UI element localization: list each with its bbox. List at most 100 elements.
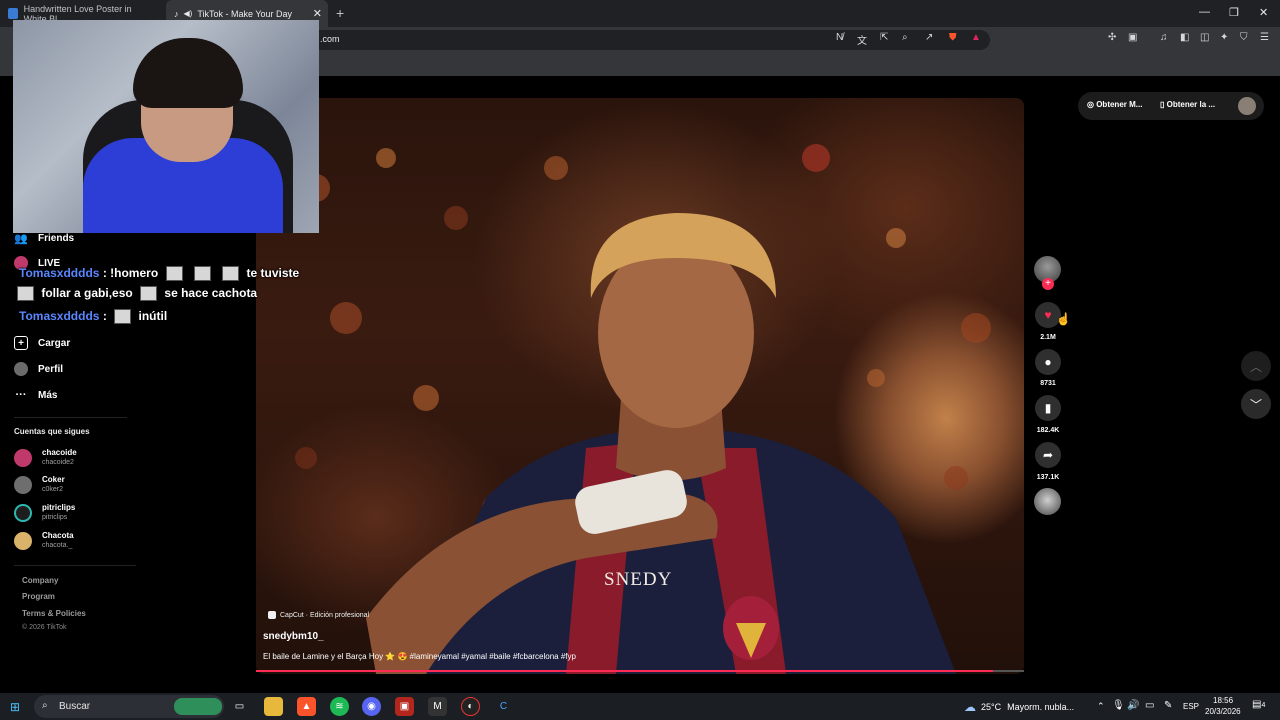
sidebar-item-label: Más bbox=[38, 389, 58, 401]
media-icon[interactable]: ♫ bbox=[1160, 32, 1168, 43]
zoom-icon[interactable]: ⌕ bbox=[902, 32, 908, 43]
user-avatar[interactable] bbox=[1238, 97, 1256, 115]
pen-icon[interactable]: ✎ bbox=[1164, 700, 1172, 711]
app-icon[interactable]: M bbox=[428, 697, 447, 716]
sidebar-item-more[interactable]: ··· Más bbox=[14, 388, 58, 402]
following-item[interactable]: Chacota chacota._ bbox=[14, 531, 74, 551]
footer-terms-link[interactable]: Terms & Policies bbox=[22, 609, 86, 618]
close-window-icon[interactable]: ✕ bbox=[1259, 6, 1268, 19]
following-item[interactable]: chacoide chacoide2 bbox=[14, 448, 77, 468]
brave-rewards-icon[interactable]: ▲ bbox=[971, 32, 981, 43]
clock-date[interactable]: 20/3/2026 bbox=[1205, 707, 1241, 716]
webcam-overlay bbox=[13, 20, 319, 233]
emote-icon bbox=[114, 309, 132, 325]
next-video-button[interactable]: ﹀ bbox=[1241, 389, 1271, 419]
avatar bbox=[14, 449, 32, 467]
task-view-icon[interactable]: ▭ bbox=[230, 697, 249, 716]
taskbar-search-label: Buscar bbox=[59, 701, 91, 712]
sidebar-item-label: Perfil bbox=[38, 363, 64, 375]
video-app-icon[interactable]: ▣ bbox=[395, 697, 414, 716]
like-count: 2.1M bbox=[1040, 334, 1056, 341]
emote-icon bbox=[165, 266, 183, 282]
video-progress-bar[interactable] bbox=[256, 670, 1024, 672]
footer-company-link[interactable]: Company bbox=[22, 576, 58, 585]
tiktok-icon: ♪ bbox=[174, 8, 179, 19]
capcut-app-icon[interactable]: C bbox=[494, 697, 513, 716]
following-item[interactable]: Coker c0ker2 bbox=[14, 475, 65, 495]
brave-browser-icon[interactable]: ▲ bbox=[297, 697, 316, 716]
profile-avatar-icon bbox=[14, 362, 28, 376]
chat-message: follar a gabi,eso se hace cachota bbox=[17, 286, 257, 302]
url-text: .com bbox=[320, 34, 340, 44]
wallet-icon[interactable]: ▣ bbox=[1128, 32, 1137, 43]
obs-icon[interactable]: ◐ bbox=[461, 697, 480, 716]
save-button[interactable]: ▮ bbox=[1035, 395, 1061, 421]
open-external-icon[interactable]: ⇱ bbox=[880, 32, 888, 43]
extensions-icon[interactable]: ✣ bbox=[1108, 32, 1116, 43]
share-icon[interactable]: ↗ bbox=[925, 32, 933, 43]
comment-icon: ● bbox=[1044, 355, 1052, 369]
notifications-icon[interactable]: ▤4 bbox=[1252, 699, 1265, 710]
windows-start-icon[interactable]: ⊞ bbox=[10, 700, 20, 714]
cursor-hand-icon: ☝ bbox=[1056, 312, 1071, 326]
follow-plus-icon[interactable]: + bbox=[1042, 278, 1054, 290]
vpn-icon[interactable]: ◫ bbox=[1200, 32, 1209, 43]
volume-icon[interactable]: 🔊 bbox=[1127, 700, 1139, 711]
emote-icon bbox=[17, 286, 34, 302]
taskbar-search[interactable]: ⌕ Buscar bbox=[34, 695, 224, 718]
emote-icon bbox=[222, 266, 240, 282]
file-explorer-icon[interactable] bbox=[264, 697, 283, 716]
more-icon: ··· bbox=[15, 389, 27, 401]
chevron-up-icon: ︿ bbox=[1249, 359, 1262, 374]
get-app-button[interactable]: ▯ Obtener la ... bbox=[1160, 100, 1215, 109]
language-indicator[interactable]: ESP bbox=[1183, 702, 1199, 711]
video-description: El baile de Lamine y el Barça Hoy ⭐ 😍 #l… bbox=[263, 652, 576, 661]
discord-icon[interactable]: ◉ bbox=[362, 697, 381, 716]
video-author[interactable]: snedybm10_ bbox=[263, 631, 324, 642]
get-coins-button[interactable]: ◎ Obtener M... bbox=[1087, 100, 1142, 109]
emote-icon bbox=[140, 286, 158, 302]
sidebar-item-friends[interactable]: 👥 Friends bbox=[14, 231, 74, 245]
shield-icon[interactable]: ⛉ bbox=[1240, 32, 1248, 43]
footer-program-link[interactable]: Program bbox=[22, 592, 55, 601]
following-name: Coker bbox=[42, 475, 65, 484]
network-icon[interactable]: ▭ bbox=[1145, 700, 1154, 711]
spotify-icon[interactable]: ≋ bbox=[330, 697, 349, 716]
capcut-badge[interactable]: CapCut · Edición profesional bbox=[268, 611, 369, 619]
video-overlay-text: SNEDY bbox=[604, 569, 673, 590]
microphone-icon[interactable]: 🎙 bbox=[1112, 700, 1125, 711]
avatar bbox=[14, 532, 32, 550]
following-item[interactable]: pitriclips pitriclips bbox=[14, 503, 75, 523]
previous-video-button[interactable]: ︿ bbox=[1241, 351, 1271, 381]
chat-text: follar a gabi,eso bbox=[41, 286, 133, 300]
no-track-icon[interactable]: N̸ bbox=[836, 32, 843, 43]
weather-temp: 25°C bbox=[981, 702, 1002, 712]
close-tab-icon[interactable]: ✕ bbox=[313, 7, 322, 20]
sidebar-item-upload[interactable]: + Cargar bbox=[14, 336, 70, 350]
sound-disc[interactable] bbox=[1034, 488, 1061, 515]
restore-icon[interactable]: ❐ bbox=[1229, 6, 1239, 19]
following-handle: chacota._ bbox=[42, 542, 73, 549]
following-name: chacoide bbox=[42, 448, 77, 457]
leo-icon[interactable]: ✦ bbox=[1220, 32, 1228, 43]
weather-widget[interactable]: ☁ 25°C Mayorm. nubla... bbox=[964, 700, 1074, 714]
footer-copyright: © 2026 TikTok bbox=[22, 624, 67, 631]
capcut-label: CapCut · Edición profesional bbox=[280, 611, 370, 619]
webcam-hair bbox=[133, 38, 243, 108]
sidebar-icon[interactable]: ◧ bbox=[1180, 32, 1189, 43]
save-count: 182.4K bbox=[1036, 427, 1060, 434]
chat-text: inútil bbox=[138, 309, 168, 323]
share-button[interactable]: ➦ bbox=[1035, 442, 1061, 468]
new-tab-button[interactable]: + bbox=[336, 5, 344, 21]
comment-button[interactable]: ● bbox=[1035, 349, 1061, 375]
sidebar-item-profile[interactable]: Perfil bbox=[14, 362, 63, 376]
translate-icon[interactable]: 文 bbox=[857, 32, 867, 47]
search-icon: ⌕ bbox=[42, 700, 48, 711]
menu-icon[interactable]: ☰ bbox=[1260, 32, 1269, 43]
following-name: pitriclips bbox=[42, 503, 76, 512]
chevron-up-icon[interactable]: ⌃ bbox=[1097, 701, 1105, 712]
sidebar-divider bbox=[14, 565, 136, 566]
brave-shield-icon[interactable]: ⛊ bbox=[949, 32, 957, 43]
minimize-icon[interactable]: — bbox=[1199, 6, 1210, 18]
clock-time[interactable]: 18:56 bbox=[1213, 696, 1233, 705]
